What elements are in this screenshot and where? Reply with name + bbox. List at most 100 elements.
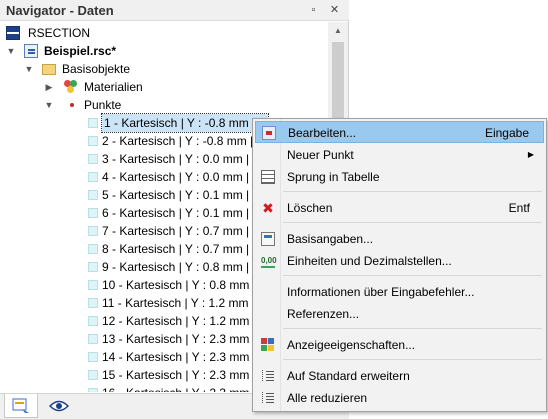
point-icon [70,103,74,107]
point-label: 12 - Kartesisch | Y : 1.2 mm | Z [102,314,267,328]
data-tab-icon [12,398,29,413]
float-window-icon[interactable]: ▫ [306,3,321,18]
point-item-icon [88,208,98,218]
point-item-icon [88,226,98,236]
menu-item-display-properties[interactable]: Anzeigeeigenschaften... [255,334,544,356]
scrollbar-thumb[interactable] [332,42,344,130]
tab-data[interactable] [4,394,38,418]
menu-separator [283,222,542,223]
point-label: 9 - Kartesisch | Y : 0.8 mm | Z [102,260,260,274]
point-item-icon [88,154,98,164]
menu-item-label: Einheiten und Dezimalstellen... [287,254,452,268]
point-label: 11 - Kartesisch | Y : 1.2 mm | Z [102,296,266,310]
menu-item-label: Neuer Punkt [287,148,354,162]
menu-item-label: Referenzen... [287,307,360,321]
tree-item-rsection[interactable]: RSECTION [4,24,304,42]
folder-icon [42,64,56,75]
point-item-icon [88,388,98,392]
point-item-icon [88,244,98,254]
menu-separator [283,191,542,192]
menu-item-label: Löschen [287,201,333,215]
tab-view[interactable] [42,394,76,418]
point-item-icon [88,136,98,146]
menu-separator [283,328,542,329]
menu-item-delete[interactable]: ✖ Löschen Entf [255,197,544,219]
materials-icon [64,80,78,94]
menu-item-units[interactable]: 0,00 Einheiten und Dezimalstellen... [255,250,544,272]
menu-item-expand-default[interactable]: Auf Standard erweitern [255,365,544,387]
point-label: 1 - Kartesisch | Y : -0.8 mm | Z [101,113,269,133]
point-label: 16 - Kartesisch | Y : 2.3 mm | Z [102,384,267,392]
point-item-icon [88,352,98,362]
point-label: 10 - Kartesisch | Y : 0.8 mm | Z [102,278,267,292]
menu-item-shortcut: Eingabe [484,126,529,140]
point-item-icon [88,190,98,200]
expand-arrow-icon[interactable]: ▶ [44,78,54,96]
tree-item-materialien[interactable]: ▶ Materialien [4,78,304,96]
point-label: 14 - Kartesisch | Y : 2.3 mm | Z [102,350,267,364]
collapse-icon [261,391,275,405]
tree-label-root: RSECTION [28,26,91,40]
submenu-arrow-icon: ▶ [527,150,534,159]
edit-icon [262,126,276,140]
delete-icon: ✖ [262,200,274,216]
tree-label-materials: Materialien [84,80,143,94]
point-label: 3 - Kartesisch | Y : 0.0 mm | Z [102,152,260,166]
expand-icon [261,369,275,383]
tree-item-file[interactable]: ▼ Beispiel.rsc* [4,42,304,60]
point-label: 15 - Kartesisch | Y : 2.3 mm | Z [102,368,267,382]
menu-item-references[interactable]: Referenzen... [255,303,544,325]
tree-item-basisobjekte[interactable]: ▼ Basisobjekte [4,60,304,78]
point-label: 8 - Kartesisch | Y : 0.7 mm | Z [102,242,260,256]
rsection-flag-icon [6,26,20,40]
point-item-icon [88,370,98,380]
menu-item-error-info[interactable]: Informationen über Eingabefehler... [255,281,544,303]
context-menu: Bearbeiten... Eingabe Neuer Punkt ▶ Spru… [252,118,547,412]
point-label: 6 - Kartesisch | Y : 0.1 mm | Z [102,206,260,220]
point-item-icon [88,334,98,344]
menu-item-label: Alle reduzieren [287,391,368,405]
menu-item-label: Basisangaben... [287,232,374,246]
tree-label-points: Punkte [84,98,122,112]
point-label: 2 - Kartesisch | Y : -0.8 mm | Z [102,134,264,148]
eye-icon [49,400,69,412]
point-label: 4 - Kartesisch | Y : 0.0 mm | Z [102,170,260,184]
file-icon [24,44,38,58]
tree-label-folder: Basisobjekte [62,62,131,76]
menu-item-base-data[interactable]: Basisangaben... [255,228,544,250]
units-icon: 0,00 [261,254,277,268]
menu-item-label: Bearbeiten... [288,126,357,140]
display-properties-icon [261,338,275,352]
point-item-icon [88,280,98,290]
collapse-arrow-icon[interactable]: ▼ [6,42,16,60]
point-item-icon [88,298,98,308]
table-icon [261,170,275,184]
point-label: 13 - Kartesisch | Y : 2.3 mm | Z [102,332,267,346]
scroll-up-icon[interactable]: ▲ [328,22,348,39]
point-item-icon [88,118,98,128]
close-icon[interactable]: ✕ [327,3,342,18]
navigator-title-bar: Navigator - Daten ▫ ✕ [0,0,349,21]
app-root: Navigator - Daten ▫ ✕ RSECTION ▼ Beispie… [0,0,548,419]
menu-item-edit[interactable]: Bearbeiten... Eingabe [255,121,544,143]
tree-item-punkte[interactable]: ▼ Punkte [4,96,304,114]
point-label: 5 - Kartesisch | Y : 0.1 mm | Z [102,188,260,202]
tree-label-file: Beispiel.rsc* [44,44,117,58]
collapse-arrow-icon[interactable]: ▼ [44,96,54,114]
point-item-icon [88,262,98,272]
panel-title: Navigator - Daten [6,3,114,18]
menu-item-jump-to-table[interactable]: Sprung in Tabelle [255,166,544,188]
point-item-icon [88,172,98,182]
point-item-icon [88,316,98,326]
collapse-arrow-icon[interactable]: ▼ [24,60,34,78]
menu-item-shortcut: Entf [508,201,530,215]
menu-item-collapse-all[interactable]: Alle reduzieren [255,387,544,409]
base-data-icon [261,232,275,246]
menu-item-label: Informationen über Eingabefehler... [287,285,475,299]
menu-item-label: Anzeigeeigenschaften... [287,338,416,352]
menu-separator [283,359,542,360]
menu-item-label: Sprung in Tabelle [287,170,380,184]
menu-separator [283,275,542,276]
menu-item-label: Auf Standard erweitern [287,369,410,383]
menu-item-new-point[interactable]: Neuer Punkt ▶ [255,144,544,166]
